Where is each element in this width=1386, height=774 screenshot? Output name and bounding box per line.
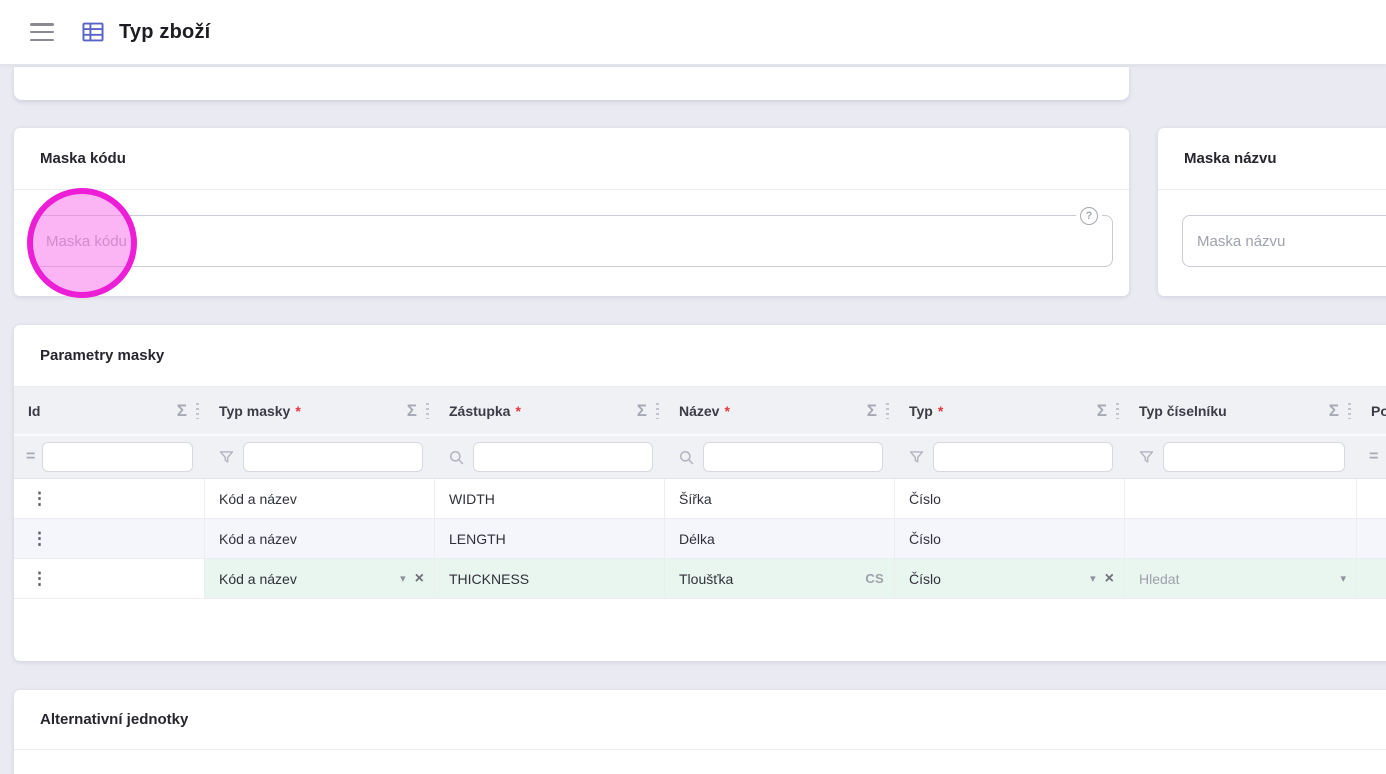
filter-input-nazev[interactable] [703,442,883,472]
card-parametry-masky: Parametry masky Id Σ Typ masky * Σ Zástu… [14,325,1386,661]
chevron-down-icon[interactable]: ▾ [1340,572,1346,585]
card-maska-kodu-title: Maska kódu [14,128,1129,190]
filter-cell-typ [895,436,1125,478]
filter-input-typ-masky[interactable] [243,442,423,472]
table-row-editing[interactable]: ⋮ Kód a název ▾ × THICKNESS Tloušťka CS … [14,559,1386,599]
funnel-icon[interactable] [1137,448,1156,467]
chevron-down-icon[interactable]: ▾ [400,572,406,585]
column-header-id: Id Σ [14,387,205,434]
language-badge[interactable]: CS [865,571,884,586]
maska-nazvu-field[interactable]: Maska názvu [1182,215,1386,267]
card-maska-nazvu: Maska názvu Maska názvu [1158,128,1386,296]
cell-id: ⋮ [14,519,205,558]
card-alternativni-jednotky-title: Alternativní jednotky [14,690,1386,750]
cell-po[interactable] [1357,519,1386,558]
help-icon[interactable]: ? [1080,207,1098,225]
cell-typ-masky[interactable]: Kód a název [205,519,435,558]
column-header-typ-ciselniku: Typ číselníku Σ [1125,387,1357,434]
filter-cell-typ-ciselniku [1125,436,1357,478]
card-maska-kodu: Maska kódu Maska kódu ? [14,128,1129,296]
cell-typ[interactable]: Číslo [895,479,1125,518]
typ-masky-value: Kód a název [219,570,297,587]
column-header-po: Po [1371,402,1386,419]
filter-cell-typ-masky [205,436,435,478]
table-row[interactable]: ⋮ Kód a název WIDTH Šířka Číslo [14,479,1386,519]
search-icon[interactable] [677,448,696,467]
nazev-value: Tloušťka [679,570,734,587]
filter-input-zastupka[interactable] [473,442,653,472]
filter-cell-nazev [665,436,895,478]
cell-typ-masky-editor[interactable]: Kód a název ▾ × [205,559,435,598]
column-resize-handle[interactable] [1116,402,1119,419]
column-resize-handle[interactable] [426,402,429,419]
typ-ciselniku-placeholder: Hledat [1139,570,1180,587]
row-menu-kebab-icon[interactable]: ⋮ [28,568,51,589]
app-bar: Typ zboží [0,0,1386,65]
search-icon[interactable] [447,448,466,467]
filter-cell-id: = [14,436,205,478]
table-grid-icon [80,19,106,45]
cell-typ-editor[interactable]: Číslo ▾ × [895,559,1125,598]
filter-cell-zastupka [435,436,665,478]
column-resize-handle[interactable] [886,402,889,419]
cell-nazev-editor[interactable]: Tloušťka CS [665,559,895,598]
cell-typ-masky[interactable]: Kód a název [205,479,435,518]
sigma-icon[interactable]: Σ [1097,401,1107,421]
cell-typ-ciselniku[interactable] [1125,479,1357,518]
clear-x-icon[interactable]: × [415,570,424,587]
hamburger-menu-icon[interactable] [30,23,54,41]
column-header-nazev: Název * Σ [665,387,895,434]
table-row[interactable]: ⋮ Kód a název LENGTH Délka Číslo [14,519,1386,559]
filter-input-id[interactable] [42,442,193,472]
sigma-icon[interactable]: Σ [407,401,417,421]
chevron-down-icon[interactable]: ▾ [1090,572,1096,585]
funnel-icon[interactable] [907,448,926,467]
card-alternativni-jednotky: Alternativní jednotky [14,690,1386,774]
sigma-icon[interactable]: Σ [177,401,187,421]
cell-zastupka[interactable]: LENGTH [435,519,665,558]
column-header-zastupka: Zástupka * Σ [435,387,665,434]
cell-nazev[interactable]: Délka [665,519,895,558]
cell-id: ⋮ [14,559,205,598]
filter-cell-po: = [1357,436,1386,478]
column-header-typ: Typ * Σ [895,387,1125,434]
maska-kodu-placeholder: Maska kódu [46,232,127,250]
typ-value: Číslo [909,570,941,587]
funnel-icon[interactable] [217,448,236,467]
filter-input-typ-ciselniku[interactable] [1163,442,1345,472]
cell-nazev[interactable]: Šířka [665,479,895,518]
scrolled-card-remnant [14,67,1129,100]
sigma-icon[interactable]: Σ [867,401,877,421]
cell-zastupka[interactable]: WIDTH [435,479,665,518]
column-resize-handle[interactable] [656,402,659,419]
equals-icon[interactable]: = [1369,448,1378,466]
cell-typ-ciselniku[interactable] [1125,519,1357,558]
table-header-row: Id Σ Typ masky * Σ Zástupka * Σ Název * … [14,387,1386,434]
maska-kodu-field[interactable]: Maska kódu ? [31,207,1113,267]
cell-po[interactable] [1357,559,1386,598]
card-maska-nazvu-title: Maska názvu [1158,128,1386,190]
filter-input-typ[interactable] [933,442,1113,472]
cell-zastupka-editor[interactable]: THICKNESS [435,559,665,598]
table-filter-row: = = [14,434,1386,479]
clear-x-icon[interactable]: × [1105,570,1114,587]
row-menu-kebab-icon[interactable]: ⋮ [28,528,51,549]
column-resize-handle[interactable] [1348,402,1351,419]
equals-icon[interactable]: = [26,448,35,466]
maska-nazvu-placeholder: Maska názvu [1197,232,1286,250]
cell-id: ⋮ [14,479,205,518]
cell-typ[interactable]: Číslo [895,519,1125,558]
cell-po[interactable] [1357,479,1386,518]
page-title: Typ zboží [119,20,211,43]
cell-typ-ciselniku-editor[interactable]: Hledat ▾ [1125,559,1357,598]
sigma-icon[interactable]: Σ [637,401,647,421]
card-parametry-title: Parametry masky [14,325,1386,387]
sigma-icon[interactable]: Σ [1329,401,1339,421]
column-resize-handle[interactable] [196,402,199,419]
row-menu-kebab-icon[interactable]: ⋮ [28,488,51,509]
column-header-typ-masky: Typ masky * Σ [205,387,435,434]
